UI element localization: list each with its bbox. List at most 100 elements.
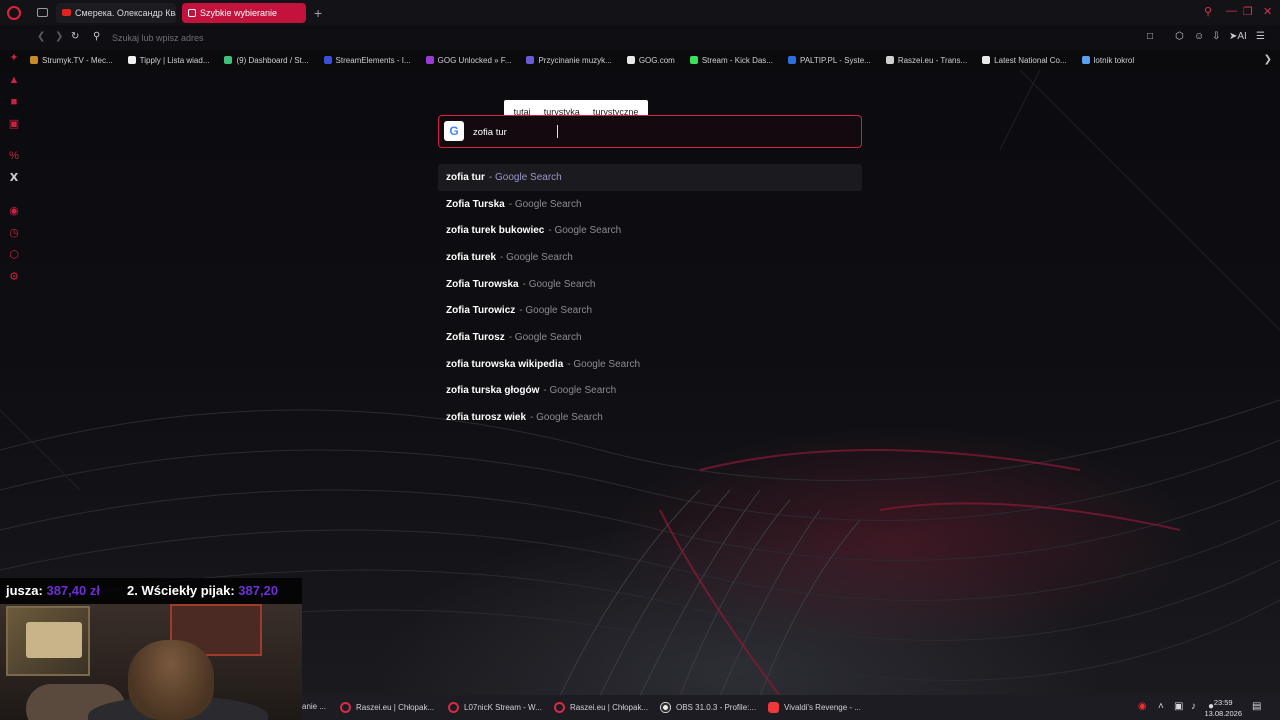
tab-smereka[interactable]: Смерека. Олександр Квартa [56, 2, 176, 23]
profile-icon[interactable]: ☺ [1194, 31, 1204, 42]
suggestion-item[interactable]: zofia tur osz wiek - Google Search [438, 404, 862, 431]
bookmark-item[interactable]: Strumyk.TV - Mec... [30, 56, 113, 65]
tab-speed-dial[interactable]: Szybkie wybieranie [182, 2, 306, 23]
extensions-icon[interactable]: ⬡ [1175, 31, 1184, 42]
taskbar-label: anie ... [302, 702, 327, 711]
taskbar-item[interactable]: L07nicK Stream - W... [448, 702, 542, 713]
suggestion-item[interactable]: zofia tur ek bukowiec - Google Search [438, 217, 862, 244]
history-icon[interactable]: ◷ [8, 227, 20, 239]
search-suggestions-list: zofia tur - Google Search Zofia Tur ska - G… [438, 164, 862, 431]
tab-menu-icon[interactable] [37, 8, 48, 17]
donation-ranking-overlay: jusza: 387,40 zł 2. Wściekły pijak: 387,… [0, 578, 302, 604]
tray-app-icon[interactable]: ◉ [1138, 701, 1147, 712]
youtube-icon [62, 9, 71, 16]
bookmark-item[interactable]: StreamElements - I... [323, 55, 411, 65]
bookmark-item[interactable]: Raszei.eu - Trans... [885, 56, 967, 65]
bookmark-favicon-icon [425, 56, 434, 64]
maximize-icon[interactable]: ❐ [1243, 5, 1253, 18]
bookmark-item[interactable]: GOG.com [626, 55, 675, 65]
aria-ai-icon[interactable]: ➤AI [1229, 31, 1247, 42]
bookmark-favicon-icon [127, 56, 136, 64]
vk-icon[interactable]: ▣ [8, 118, 20, 130]
suggestion-match: zofia tur [446, 171, 485, 183]
notifications-icon[interactable]: ▤ [1252, 701, 1261, 712]
network-icon[interactable]: ▣ [1174, 701, 1183, 712]
bookmark-label: Przycinanie muzyk... [538, 55, 612, 65]
suggestion-match: Zofia Tur [446, 331, 489, 343]
bookmark-favicon-icon [323, 56, 332, 64]
bookmark-item[interactable]: Tipply | Lista wiad... [127, 56, 209, 65]
bookmark-favicon-icon [224, 56, 233, 64]
taskbar-label: Raszei.eu | Chłopak... [356, 703, 435, 712]
bookmark-item[interactable]: (9) Dashboard / St... [224, 56, 309, 65]
bookmark-label: GOG Unlocked » F... [437, 55, 512, 65]
suggestion-item[interactable]: Zofia Tur owska - Google Search [438, 271, 862, 298]
taskbar-item[interactable]: anie ... [302, 702, 326, 711]
opera-icon [340, 702, 351, 713]
shopping-bag-icon[interactable]: ▲ [8, 74, 20, 86]
new-tab-plus-icon[interactable]: + [314, 5, 322, 21]
bookmark-label: StreamElements - I... [335, 55, 411, 65]
extensions-sidebar-icon[interactable]: ⬡ [8, 249, 20, 261]
taskbar-item[interactable]: Raszei.eu | Chłopak... [554, 702, 648, 713]
x-twitter-icon[interactable]: X [8, 172, 20, 184]
speed-dial-sidebar-icon[interactable]: ◉ [8, 205, 20, 217]
suggestion-source: - Google Search [488, 171, 562, 183]
menu-icon[interactable]: ☰ [1256, 31, 1265, 42]
donor-amount: 387,20 [238, 583, 279, 598]
suggestion-item[interactable]: Zofia Tur osz - Google Search [438, 324, 862, 351]
bookmark-item[interactable]: Przycinanie muzyk... [526, 55, 612, 65]
back-icon[interactable]: ❮ [37, 31, 45, 42]
system-clock[interactable]: 23:59 13.08.2026 [1204, 697, 1242, 719]
opera-logo-icon[interactable] [7, 5, 21, 20]
suggestion-source: - Google Search [519, 305, 593, 317]
tray-expand-icon[interactable]: ˄ [1158, 701, 1164, 712]
bookmark-favicon-icon [885, 56, 894, 64]
bookmark-item[interactable]: lotnik tokrol [1081, 56, 1134, 65]
address-input[interactable] [112, 30, 512, 45]
messenger-icon[interactable]: ■ [8, 96, 20, 108]
bookmark-label: GOG.com [638, 55, 675, 65]
aria-icon[interactable]: ✦ [8, 52, 20, 64]
bookmark-item[interactable]: Latest National Co... [982, 55, 1067, 65]
search-input[interactable] [473, 124, 853, 140]
download-icon[interactable]: ⇩ [1212, 31, 1220, 42]
google-icon[interactable]: G [444, 121, 464, 141]
suggestion-item[interactable]: zofia tur ek - Google Search [438, 244, 862, 271]
bookmark-item[interactable]: PALTIP.PL - Syste... [787, 56, 871, 65]
snapshot-icon[interactable]: □ [1147, 31, 1153, 42]
speed-dial-icon [188, 8, 196, 17]
suggestion-item[interactable]: Zofia Tur ska - Google Search [438, 191, 862, 218]
bookmarks-overflow-chevron-icon[interactable]: ❯ [1264, 54, 1272, 65]
truck-picture [26, 622, 82, 658]
reload-icon[interactable]: ↻ [71, 31, 79, 42]
minimize-icon[interactable]: — [1226, 5, 1237, 17]
settings-gear-icon[interactable]: ⚙ [8, 271, 20, 283]
donor-entry-1: jusza: 387,40 zł [6, 583, 100, 598]
taskbar-item[interactable]: Vivaldi's Revenge - ... [768, 702, 861, 713]
suggestion-rest: owska wikipedia [484, 358, 564, 370]
bookmark-favicon-icon [526, 56, 535, 64]
windows-taskbar: anie ... Raszei.eu | Chłopak... L07nicK … [302, 695, 1280, 720]
forward-icon[interactable]: ❯ [55, 31, 63, 42]
suggestion-rest: ska [488, 198, 505, 210]
bookmark-item[interactable]: GOG Unlocked » F... [425, 55, 512, 65]
suggestion-match: Zofia Tur [446, 198, 489, 210]
tab-label: Смерека. Олександр Квартa [75, 7, 176, 18]
discount-icon[interactable]: % [8, 150, 20, 162]
search-tabs-icon[interactable]: ⚲ [1204, 5, 1212, 18]
suggestion-item[interactable]: Zofia Tur owicz - Google Search [438, 297, 862, 324]
volume-icon[interactable]: ♪ [1191, 701, 1196, 712]
taskbar-item[interactable]: OBS 31.0.3 - Profile:... [660, 702, 756, 713]
tab-bar: Смерека. Олександр Квартa Szybkie wybier… [0, 0, 1280, 25]
close-window-icon[interactable]: ✕ [1263, 5, 1272, 18]
ai-label: AI [1237, 31, 1247, 42]
suggestion-item[interactable]: zofia tur owska wikipedia - Google Search [438, 351, 862, 378]
suggestion-source: - Google Search [548, 225, 622, 237]
bookmark-label: Latest National Co... [994, 55, 1067, 65]
suggestion-item[interactable]: zofia tur ska głogów - Google Search [438, 378, 862, 405]
donor-amount: 387,40 zł [46, 583, 100, 598]
suggestion-item[interactable]: zofia tur - Google Search [438, 164, 862, 191]
bookmark-item[interactable]: Stream - Kick Das... [689, 56, 773, 65]
taskbar-item[interactable]: Raszei.eu | Chłopak... [340, 702, 434, 713]
